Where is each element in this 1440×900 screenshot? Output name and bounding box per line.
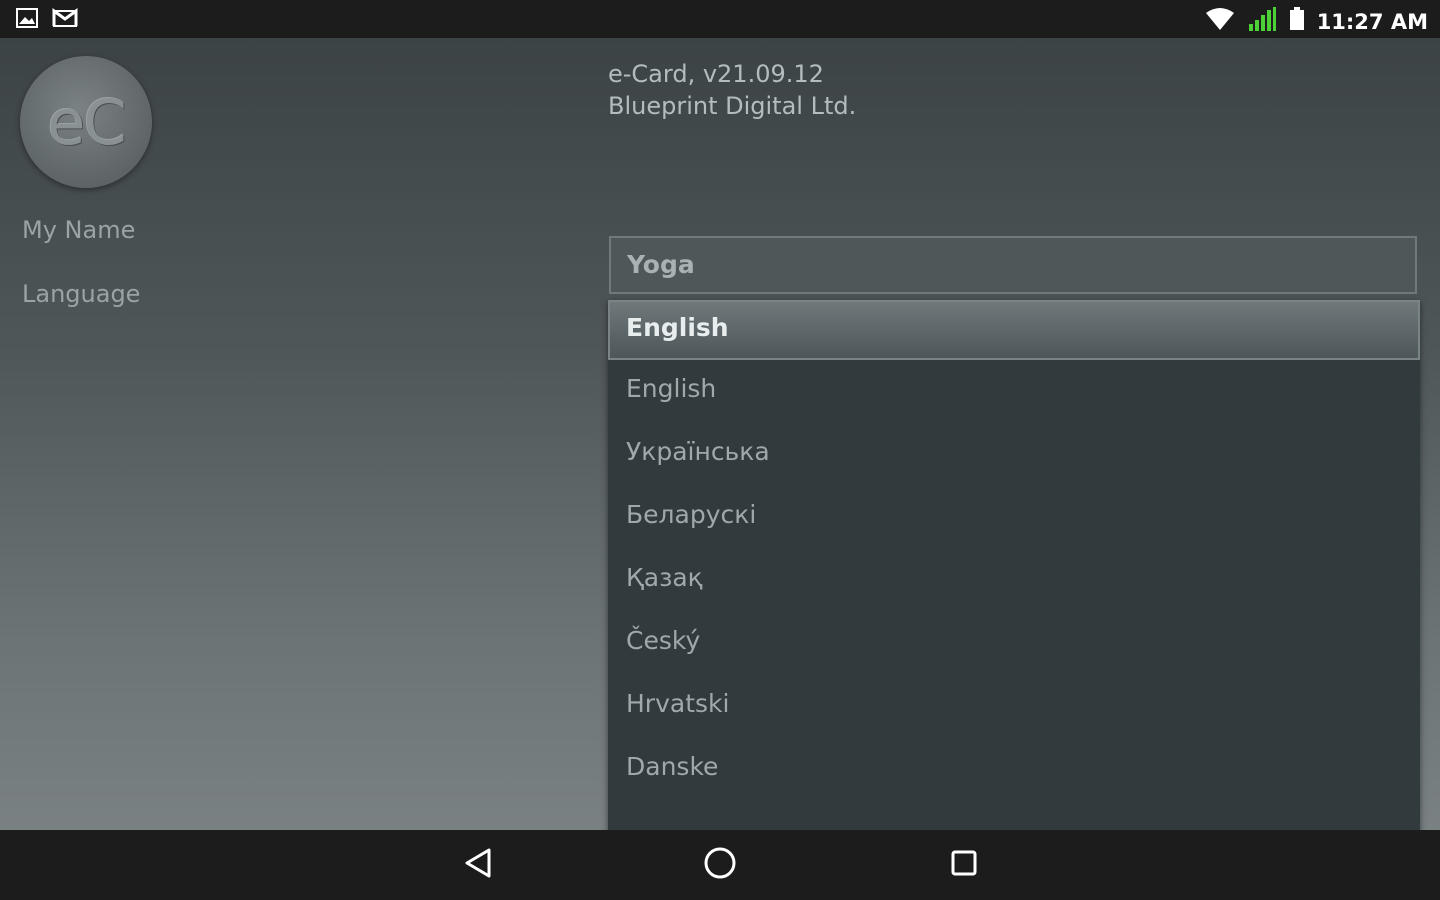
language-option-ukrainian[interactable]: Українська xyxy=(608,423,1420,486)
avatar-text: eC xyxy=(47,85,126,159)
navigation-bar xyxy=(0,830,1440,900)
wifi-icon xyxy=(1205,7,1235,36)
language-option-croatian[interactable]: Hrvatski xyxy=(608,675,1420,738)
gmail-icon xyxy=(52,8,78,32)
language-option-czech[interactable]: Český xyxy=(608,612,1420,675)
language-option-kazakh[interactable]: Қазақ xyxy=(608,549,1420,612)
language-selected-label: English xyxy=(626,313,729,342)
recents-icon xyxy=(949,848,979,882)
gallery-icon xyxy=(16,8,38,32)
my-name-label: My Name xyxy=(22,216,136,244)
signal-icon xyxy=(1247,6,1277,37)
name-input[interactable]: Yoga xyxy=(609,236,1417,294)
language-option-label: Қазақ xyxy=(626,563,703,592)
app-info: e-Card, v21.09.12 Blueprint Digital Ltd. xyxy=(608,58,856,122)
language-selected[interactable]: English xyxy=(608,300,1420,360)
language-option-label: Українська xyxy=(626,437,770,466)
home-icon xyxy=(703,846,737,884)
language-label: Language xyxy=(22,280,141,308)
app-content: eC My Name Language e-Card, v21.09.12 Bl… xyxy=(0,38,1440,840)
language-option-label: Hrvatski xyxy=(626,689,730,718)
status-bar: 11:27 AM xyxy=(0,0,1440,38)
language-option-english[interactable]: English xyxy=(608,360,1420,423)
avatar[interactable]: eC xyxy=(20,56,152,188)
home-button[interactable] xyxy=(703,846,737,884)
language-option-label: Český xyxy=(626,626,701,655)
clock: 11:27 AM xyxy=(1316,9,1428,34)
language-option-label: Беларускі xyxy=(626,500,757,529)
language-option-label: English xyxy=(626,374,717,403)
language-option-danish[interactable]: Danske xyxy=(608,738,1420,801)
back-button[interactable] xyxy=(461,848,495,882)
back-icon xyxy=(463,847,493,883)
battery-icon xyxy=(1289,7,1305,36)
company-name: Blueprint Digital Ltd. xyxy=(608,92,857,120)
name-input-value: Yoga xyxy=(627,250,695,279)
language-option-label: Danske xyxy=(626,752,719,781)
language-dropdown[interactable]: English English Українська Беларускі Қаз… xyxy=(608,300,1420,840)
language-option-belarusian[interactable]: Беларускі xyxy=(608,486,1420,549)
recents-button[interactable] xyxy=(947,848,981,882)
app-version: e-Card, v21.09.12 xyxy=(608,60,824,88)
